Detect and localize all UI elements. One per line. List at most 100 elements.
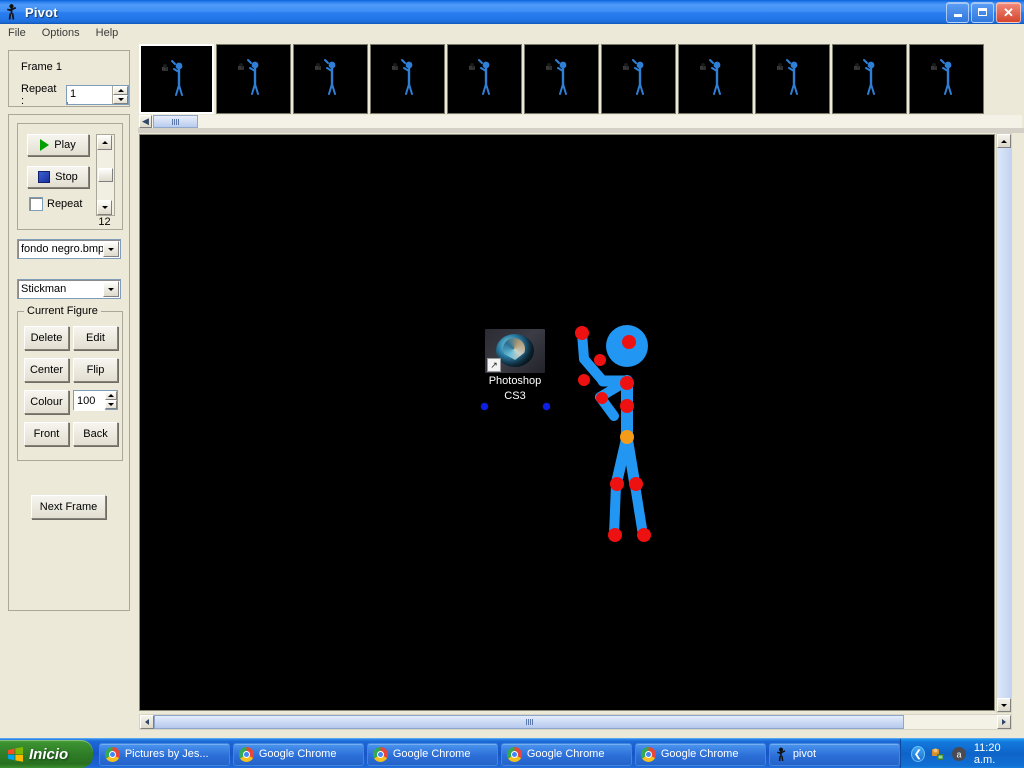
play-button[interactable]: Play [27,134,89,156]
taskbar-task[interactable]: pivot [768,742,900,766]
close-button[interactable]: ✕ [996,1,1021,23]
front-button[interactable]: Front [24,422,69,446]
canvas-horizontal-scroll-track[interactable] [154,715,997,729]
minimize-button[interactable] [946,1,969,23]
canvas-horizontal-scroll-thumb[interactable] [154,715,904,729]
maximize-button[interactable] [971,1,994,23]
repeat-checkbox[interactable] [29,197,43,211]
joint-chest[interactable] [620,399,634,413]
canvas-horizontal-scrollbar[interactable] [139,714,1012,730]
joint-foot-left[interactable] [608,528,622,542]
menu-item-file[interactable]: File [0,26,34,40]
menu-item-help[interactable]: Help [88,26,127,40]
frame-thumbnail[interactable]: □ [216,44,291,114]
joint-neck[interactable] [620,376,634,390]
background-select[interactable]: fondo negro.bmp [17,239,121,259]
start-button[interactable]: Inicio [0,740,93,768]
frame-thumbnail[interactable]: □ [909,44,984,114]
joint-head[interactable] [622,335,636,349]
delete-button[interactable]: Delete [24,326,69,350]
chrome-icon [506,746,522,762]
menu-item-options[interactable]: Options [34,26,88,40]
svg-text:a: a [956,750,961,760]
thumbnail-scroll-thumb[interactable] [153,115,198,128]
frame-repeat-up-button[interactable] [113,86,128,95]
center-button[interactable]: Center [24,358,69,382]
flip-button[interactable]: Flip [73,358,118,382]
frame-thumbnail[interactable]: □ [678,44,753,114]
frame-thumbnail[interactable]: □ [755,44,830,114]
taskbar-task-label: Google Chrome [660,748,739,760]
thumbnail-scrollbar[interactable]: ◀ [139,115,1022,128]
figure-select[interactable]: Stickman [17,279,121,299]
network-icon[interactable] [930,746,946,762]
start-button-label: Inicio [29,745,69,763]
frame-repeat-down-button[interactable] [113,95,128,104]
stop-icon [38,171,51,183]
speed-slider-thumb[interactable] [98,168,113,182]
animation-canvas[interactable]: ↗ Photoshop CS3 [139,134,995,711]
frame-thumbnail[interactable]: □ [524,44,599,114]
frame-thumbnail[interactable]: □ [832,44,907,114]
edit-button[interactable]: Edit [73,326,118,350]
joint-hip[interactable] [620,430,634,444]
chevron-down-icon[interactable] [103,281,119,297]
frame-thumbnail[interactable]: □ [370,44,445,114]
colour-down-button[interactable] [105,400,117,409]
joint-knee-left[interactable] [610,477,624,491]
thumbnail-scroll-track[interactable] [152,115,1022,128]
canvas-scroll-up-button[interactable] [997,134,1011,148]
joint-hand-right[interactable] [596,392,608,404]
frame-thumbnail[interactable]: □ [139,44,214,114]
grip-icon [172,118,179,125]
windows-logo-icon [7,746,24,763]
next-frame-button[interactable]: Next Frame [31,495,106,519]
colour-button[interactable]: Colour [24,390,69,414]
speed-down-button[interactable] [97,200,112,215]
canvas-scroll-down-button[interactable] [997,698,1011,712]
stickman-icon [775,747,788,762]
stop-button[interactable]: Stop [27,166,89,188]
joint-hand-left[interactable] [575,326,589,340]
taskbar-task[interactable]: Google Chrome [232,742,364,766]
back-button[interactable]: Back [73,422,118,446]
frame-repeat-stepper[interactable] [66,85,129,105]
taskbar-task[interactable]: Pictures by Jes... [98,742,230,766]
taskbar-task-label: Google Chrome [258,748,337,760]
stickman-limb [609,480,621,540]
frame-thumbnail[interactable]: □ [447,44,522,114]
left-sidebar: Frame 1 Repeat : Play [0,42,138,738]
joint-shoulder-left[interactable] [578,374,590,386]
frame-repeat-input[interactable] [67,86,112,102]
canvas-scroll-left-button[interactable] [140,715,154,729]
repeat-checkbox-row[interactable]: Repeat [29,197,82,211]
colour-up-button[interactable] [105,391,117,400]
adobe-updater-icon[interactable]: a [951,746,967,762]
svg-text:□: □ [238,65,241,71]
taskbar-task[interactable]: Google Chrome [500,742,632,766]
chevron-down-icon[interactable] [103,241,119,257]
clock[interactable]: 11:20 a.m. [974,742,1018,766]
canvas-vertical-scroll-track[interactable] [997,148,1011,698]
frame-thumbnail[interactable]: □ [601,44,676,114]
joint-foot-right[interactable] [637,528,651,542]
thumbnail-scroll-left-button[interactable]: ◀ [139,115,152,128]
system-tray: ❮ a 11:20 a.m. [899,739,1024,768]
frame-thumbnail[interactable]: □ [293,44,368,114]
joint-knee-right[interactable] [629,477,643,491]
canvas-vertical-scrollbar[interactable] [996,133,1012,713]
speed-slider[interactable] [96,134,115,216]
pivot-application-window: Pivot ✕ File Options Help Frame 1 Repeat… [0,0,1024,768]
colour-input[interactable] [74,391,105,411]
frame-thumbnail-list: □ □ □ □ □ □ □ □ □ □ □ [139,44,984,114]
speed-up-button[interactable] [97,135,112,150]
window-title: Pivot [25,4,58,20]
taskbar-task[interactable]: Google Chrome [366,742,498,766]
taskbar-task[interactable]: Google Chrome [634,742,766,766]
canvas-scroll-right-button[interactable] [997,715,1011,729]
frame-repeat-label: Repeat : [21,83,57,107]
stickman-figure[interactable] [140,135,995,711]
joint-elbow-left[interactable] [594,354,606,366]
colour-stepper[interactable] [73,390,118,411]
tray-expand-icon[interactable]: ❮ [910,746,925,762]
